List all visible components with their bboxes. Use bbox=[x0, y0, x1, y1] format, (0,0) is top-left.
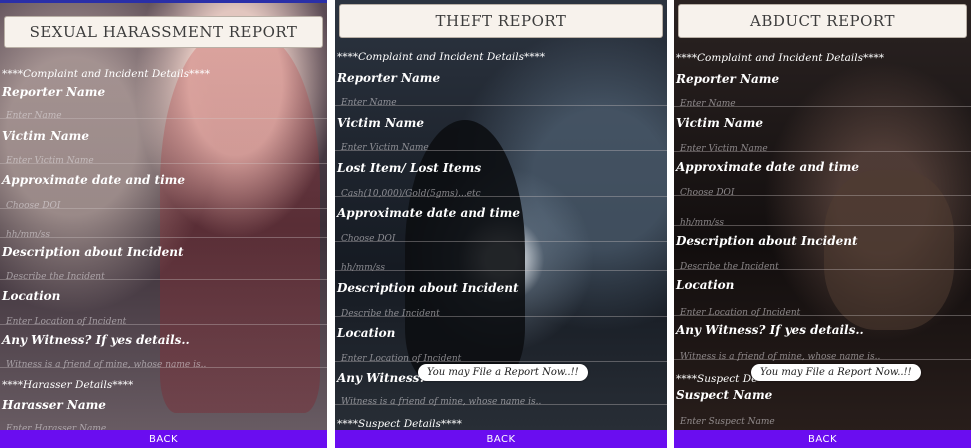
abduct-report-screen: ABDUCT REPORT ****Complaint and Incident… bbox=[674, 0, 971, 448]
section-header: ****Complaint and Incident Details**** bbox=[2, 68, 211, 80]
suspect-name-label: Suspect Name bbox=[676, 388, 773, 402]
time-input[interactable]: hh/mm/ss bbox=[2, 230, 50, 240]
description-label: Description about Incident bbox=[2, 245, 184, 259]
section-header: ****Complaint and Incident Details**** bbox=[676, 52, 885, 64]
location-label: Location bbox=[2, 289, 61, 303]
description-input[interactable]: Describe the Incident bbox=[337, 309, 440, 319]
lost-items-input[interactable]: Cash(10,000)/Gold(5gms)...etc bbox=[337, 189, 481, 199]
section2-header: ****Harasser Details**** bbox=[2, 379, 134, 391]
victim-name-input[interactable]: Enter Victim Name bbox=[676, 144, 768, 154]
description-input[interactable]: Describe the Incident bbox=[676, 262, 779, 272]
page-title: ABDUCT REPORT bbox=[678, 4, 967, 38]
lost-items-label: Lost Item/ Lost Items bbox=[337, 161, 482, 175]
victim-name-input[interactable]: Enter Victim Name bbox=[2, 156, 94, 166]
witness-label: Any Witness? If yes details.. bbox=[676, 323, 864, 337]
description-input[interactable]: Describe the Incident bbox=[2, 272, 105, 282]
description-label: Description about Incident bbox=[337, 281, 519, 295]
section-header: ****Complaint and Incident Details**** bbox=[337, 51, 546, 63]
victim-name-label: Victim Name bbox=[676, 116, 764, 130]
page-title: THEFT REPORT bbox=[339, 4, 663, 38]
datetime-label: Approximate date and time bbox=[2, 173, 185, 187]
datetime-label: Approximate date and time bbox=[337, 206, 520, 220]
location-label: Location bbox=[676, 278, 735, 292]
reporter-name-label: Reporter Name bbox=[2, 85, 106, 99]
description-label: Description about Incident bbox=[676, 234, 858, 248]
harasser-name-label: Harasser Name bbox=[2, 398, 106, 412]
page-title: SEXUAL HARASSMENT REPORT bbox=[4, 16, 323, 48]
reporter-name-input[interactable]: Enter Name bbox=[676, 99, 736, 109]
date-picker-input[interactable]: Choose DOI bbox=[676, 188, 734, 198]
suspect-name-input[interactable]: Enter Suspect Name bbox=[676, 417, 775, 427]
date-picker-input[interactable]: Choose DOI bbox=[337, 234, 395, 244]
sexual-harassment-report-screen: SEXUAL HARASSMENT REPORT ****Complaint a… bbox=[0, 0, 327, 448]
back-button[interactable]: BACK bbox=[335, 430, 667, 448]
reporter-name-label: Reporter Name bbox=[676, 72, 780, 86]
witness-label: Any Witness? bbox=[337, 371, 427, 385]
reporter-name-label: Reporter Name bbox=[337, 71, 441, 85]
time-input[interactable]: hh/mm/ss bbox=[676, 218, 724, 228]
report-form: ****Complaint and Incident Details**** R… bbox=[0, 47, 327, 434]
toast-message: You may File a Report Now..!! bbox=[751, 364, 921, 381]
victim-name-label: Victim Name bbox=[2, 129, 90, 143]
section2-header: ****Suspect Details**** bbox=[337, 418, 462, 430]
location-input[interactable]: Enter Location of Incident bbox=[676, 308, 800, 318]
theft-report-screen: THEFT REPORT ****Complaint and Incident … bbox=[335, 0, 667, 448]
back-button[interactable]: BACK bbox=[674, 430, 971, 448]
victim-name-input[interactable]: Enter Victim Name bbox=[337, 143, 429, 153]
witness-input[interactable]: Witness is a friend of mine, whose name … bbox=[337, 397, 541, 407]
toast-message: You may File a Report Now..!! bbox=[418, 364, 588, 381]
victim-name-label: Victim Name bbox=[337, 116, 425, 130]
location-input[interactable]: Enter Location of Incident bbox=[2, 317, 126, 327]
datetime-label: Approximate date and time bbox=[676, 160, 859, 174]
witness-input[interactable]: Witness is a friend of mine, whose name … bbox=[676, 352, 880, 362]
location-input[interactable]: Enter Location of Incident bbox=[337, 354, 461, 364]
location-label: Location bbox=[337, 326, 396, 340]
time-input[interactable]: hh/mm/ss bbox=[337, 263, 385, 273]
reporter-name-input[interactable]: Enter Name bbox=[2, 111, 62, 121]
back-button[interactable]: BACK bbox=[0, 430, 327, 448]
witness-input[interactable]: Witness is a friend of mine, whose name … bbox=[2, 360, 206, 370]
reporter-name-input[interactable]: Enter Name bbox=[337, 98, 397, 108]
witness-label: Any Witness? If yes details.. bbox=[2, 333, 190, 347]
date-picker-input[interactable]: Choose DOI bbox=[2, 201, 60, 211]
